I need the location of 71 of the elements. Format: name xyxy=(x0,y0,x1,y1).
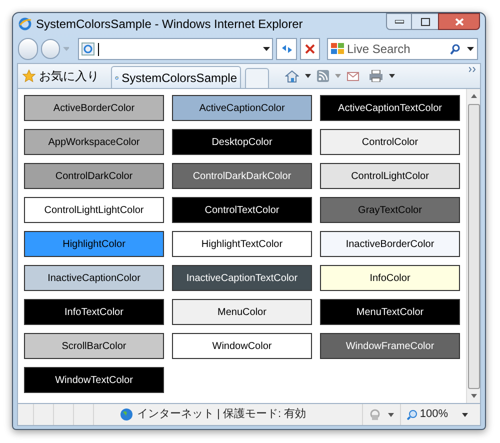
browser-tab[interactable]: SystemColorsSample xyxy=(111,66,241,88)
feed-icon xyxy=(317,70,329,82)
color-swatch: WindowTextColor xyxy=(24,367,164,393)
color-swatch: HighlightTextColor xyxy=(172,231,312,257)
search-icon xyxy=(450,44,460,54)
maximize-button[interactable] xyxy=(412,13,438,30)
color-swatch: ScrollBarColor xyxy=(24,333,164,359)
page-icon xyxy=(81,42,96,56)
color-swatch: InactiveCaptionColor xyxy=(24,265,164,291)
magnifier-icon xyxy=(406,409,418,420)
dropdown-caret-icon xyxy=(305,74,311,78)
minimize-button[interactable] xyxy=(386,13,412,30)
chevron-icon xyxy=(469,67,476,72)
dropdown-caret-icon xyxy=(462,412,468,416)
security-zone-text: インターネット | 保護モード: 有効 xyxy=(137,407,306,422)
color-swatch: ControlLightColor xyxy=(320,163,460,189)
color-swatch: ActiveCaptionColor xyxy=(172,95,312,121)
back-button[interactable] xyxy=(18,38,38,60)
history-caret-icon xyxy=(62,47,70,51)
close-button[interactable] xyxy=(438,13,480,30)
new-tab-button[interactable] xyxy=(245,68,269,88)
color-swatch: ControlColor xyxy=(320,129,460,155)
color-swatch: InfoTextColor xyxy=(24,299,164,325)
lock-icon xyxy=(368,408,381,420)
dropdown-caret-icon xyxy=(466,47,474,51)
maximize-icon xyxy=(420,18,430,26)
dropdown-caret-icon xyxy=(389,74,395,78)
color-swatch: ControlDarkColor xyxy=(24,163,164,189)
dropdown-caret-icon xyxy=(263,47,270,51)
scroll-up-icon xyxy=(470,94,476,98)
color-swatch: ActiveBorderColor xyxy=(24,95,164,121)
color-swatch: InfoColor xyxy=(320,265,460,291)
color-swatch: DesktopColor xyxy=(172,129,312,155)
color-swatch: ControlLightLightColor xyxy=(24,197,164,223)
address-field[interactable] xyxy=(78,38,274,60)
color-swatch: ControlTextColor xyxy=(172,197,312,223)
color-swatch: WindowColor xyxy=(172,333,312,359)
color-swatch: MenuTextColor xyxy=(320,299,460,325)
scrollbar[interactable] xyxy=(466,89,480,403)
globe-icon xyxy=(120,408,133,421)
zoom-button[interactable]: 100% xyxy=(400,404,454,425)
color-swatch: InactiveCaptionTextColor xyxy=(172,265,312,291)
color-swatch: WindowFrameColor xyxy=(320,333,460,359)
mail-icon xyxy=(347,72,359,80)
close-icon xyxy=(304,44,315,54)
color-swatch: GrayTextColor xyxy=(320,197,460,223)
home-icon xyxy=(285,70,299,82)
browser-logo-icon xyxy=(18,17,32,31)
print-icon xyxy=(369,70,383,82)
windows-flag-icon xyxy=(330,43,344,55)
color-swatch: AppWorkspaceColor xyxy=(24,129,164,155)
stop-button[interactable] xyxy=(300,38,320,60)
color-swatch: MenuColor xyxy=(172,299,312,325)
search-input[interactable]: Live Search xyxy=(346,40,447,58)
window-title: SystemColorsSample - Windows Internet Explorer xyxy=(36,16,303,33)
color-swatch: ActiveCaptionTextColor xyxy=(320,95,460,121)
color-swatch: InactiveBorderColor xyxy=(320,231,460,257)
dropdown-caret-icon xyxy=(388,412,394,416)
minimize-icon xyxy=(394,20,404,24)
star-icon xyxy=(22,69,36,83)
refresh-icon xyxy=(280,44,293,54)
scroll-thumb[interactable] xyxy=(468,104,480,389)
close-icon xyxy=(454,18,464,26)
favorites-button[interactable]: お気に入り xyxy=(22,65,99,87)
refresh-button[interactable] xyxy=(276,38,297,60)
forward-button[interactable] xyxy=(41,39,60,59)
dropdown-caret-icon xyxy=(335,74,341,78)
color-swatch: ControlDarkDarkColor xyxy=(172,163,312,189)
scroll-down-icon xyxy=(470,394,476,398)
color-swatch: HighlightColor xyxy=(24,231,164,257)
search-field[interactable]: Live Search xyxy=(326,38,478,60)
